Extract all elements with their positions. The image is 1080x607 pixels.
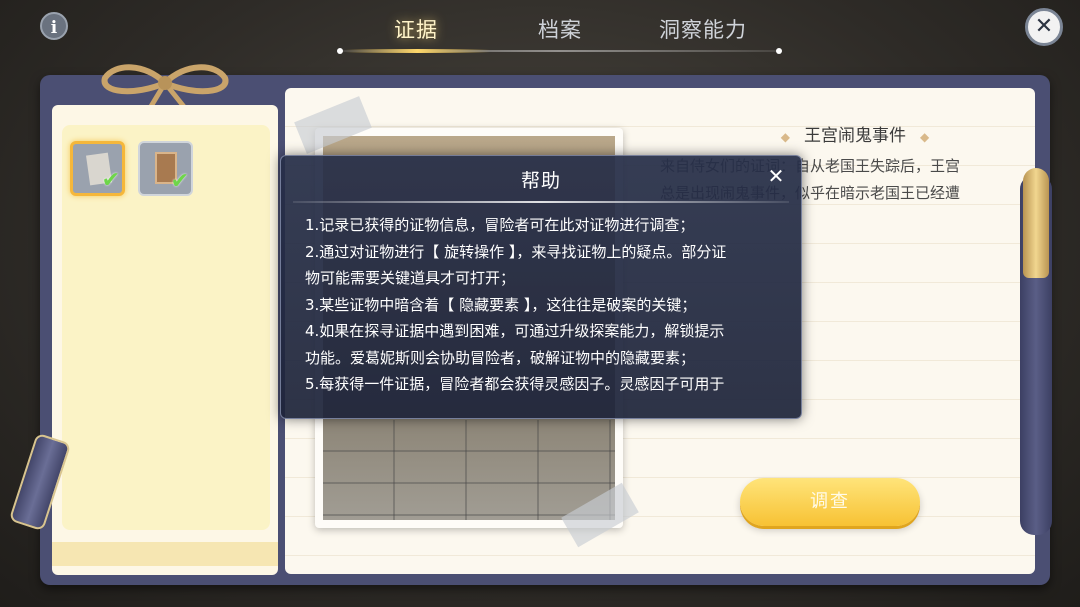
evidence-photo-floor <box>323 420 615 520</box>
help-line: 物可能需要关键道具才可打开； <box>305 269 516 287</box>
pen-nib-decoration <box>1023 168 1049 278</box>
help-line: 2.通过对证物进行【 旋转操作 】，来寻找证物上的疑点。部分证 <box>305 242 727 261</box>
help-line: 3.某些证物中暗含着【 隐藏要素 】，这往往是破案的关键； <box>305 295 697 314</box>
help-close-icon[interactable]: ✕ <box>764 164 788 188</box>
diamond-icon: ◆ <box>780 130 790 144</box>
case-title-text: 王宫闹鬼事件 <box>804 126 906 146</box>
top-bar: i 证据 档案 洞察能力 ✕ <box>0 0 1080 60</box>
evidence-slot-2[interactable]: ✔ <box>138 141 193 196</box>
check-icon: ✔ <box>170 169 189 194</box>
tab-active-indicator <box>345 49 490 53</box>
tab-archive[interactable]: 档案 <box>538 14 582 44</box>
tab-bar-dot-right <box>776 48 782 54</box>
help-title-divider <box>293 201 789 203</box>
tab-bar-dot-left <box>337 48 343 54</box>
tab-insight[interactable]: 洞察能力 <box>659 14 747 44</box>
close-icon[interactable]: ✕ <box>1025 8 1063 46</box>
help-line: 1.记录已获得的证物信息，冒险者可在此对证物进行调查； <box>305 216 695 234</box>
help-body[interactable]: 1.记录已获得的证物信息，冒险者可在此对证物进行调查； 2.通过对证物进行【 旋… <box>305 212 783 398</box>
evidence-slot-1[interactable]: ✔ <box>70 141 125 196</box>
help-title: 帮助 <box>520 170 561 192</box>
help-line: 5.每获得一件证据，冒险者都会获得灵感因子。灵感因子可用于 <box>305 375 725 393</box>
check-icon: ✔ <box>101 168 120 193</box>
help-dialog: 帮助 ✕ 1.记录已获得的证物信息，冒险者可在此对证物进行调查； 2.通过对证物… <box>280 155 802 419</box>
ribbon-bow-icon <box>101 64 229 108</box>
evidence-list-footer <box>52 542 278 566</box>
help-line: 功能。爱葛妮斯则会协助冒险者，破解证物中的隐藏要素； <box>305 348 696 367</box>
info-icon[interactable]: i <box>40 12 68 40</box>
diamond-icon: ◆ <box>920 130 930 144</box>
help-line: 4.如果在探寻证据中遇到困难，可通过升级探案能力，解锁提示 <box>305 322 725 340</box>
tab-evidence[interactable]: 证据 <box>394 14 438 44</box>
case-title: ◆ 王宫闹鬼事件 ◆ <box>760 121 950 146</box>
investigate-button[interactable]: 调查 <box>740 478 920 526</box>
